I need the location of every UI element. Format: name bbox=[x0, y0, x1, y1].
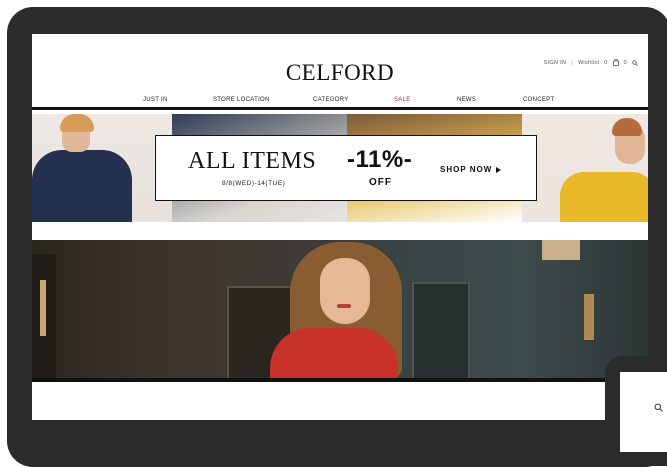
promo-off-label: OFF bbox=[369, 177, 392, 188]
hero-sconce bbox=[542, 240, 580, 260]
nav-divider bbox=[32, 107, 648, 110]
promo-headline: ALL ITEMS bbox=[188, 148, 317, 174]
utility-links: SIGN IN | Wishlist 0 0 bbox=[544, 59, 638, 66]
site-header: CELFORD SIGN IN | Wishlist 0 0 JUST IN S… bbox=[32, 34, 648, 112]
model-jacket bbox=[32, 150, 132, 222]
promo-discount: -11%- bbox=[347, 146, 413, 173]
play-arrow-icon bbox=[496, 166, 502, 173]
hero-image[interactable] bbox=[32, 240, 648, 378]
wishlist-count: 0 bbox=[604, 59, 608, 66]
website-screen: CELFORD SIGN IN | Wishlist 0 0 JUST IN S… bbox=[32, 34, 648, 420]
model-hair bbox=[60, 114, 94, 132]
wishlist-link[interactable]: Wishlist bbox=[578, 60, 599, 66]
nav-item-store-location[interactable]: STORE LOCATION bbox=[213, 97, 270, 103]
nav-item-concept[interactable]: CONCEPT bbox=[523, 97, 554, 103]
nav-item-news[interactable]: NEWS bbox=[457, 97, 476, 103]
nav-item-category[interactable]: CATEGORY bbox=[313, 97, 349, 103]
main-nav: JUST IN STORE LOCATION CATEGORY SALE NEW… bbox=[32, 97, 648, 107]
nav-item-just-in[interactable]: JUST IN bbox=[143, 97, 168, 103]
shop-now-button[interactable]: SHOP NOW bbox=[440, 165, 502, 174]
model-yellow-top bbox=[560, 172, 648, 222]
hero-model-lips bbox=[337, 304, 351, 308]
hero-model-face bbox=[320, 258, 370, 324]
utility-separator: | bbox=[571, 59, 573, 66]
search-icon[interactable] bbox=[654, 403, 663, 414]
nav-item-sale[interactable]: SALE bbox=[394, 97, 411, 103]
sale-promo-box[interactable]: ALL ITEMS 8/8(WED)-14(TUE) -11%- OFF SHO… bbox=[155, 135, 537, 201]
hero-sconce-arm bbox=[584, 294, 594, 340]
hero-lamp bbox=[40, 280, 46, 336]
search-icon[interactable] bbox=[632, 59, 638, 66]
promo-banner[interactable]: ALL ITEMS 8/8(WED)-14(TUE) -11%- OFF SHO… bbox=[32, 114, 648, 222]
hero-doorway-right bbox=[412, 282, 470, 378]
promo-dates: 8/8(WED)-14(TUE) bbox=[222, 180, 286, 187]
sign-in-link[interactable]: SIGN IN bbox=[544, 60, 567, 66]
content-area bbox=[32, 382, 648, 420]
cart-count: 0 bbox=[623, 59, 627, 66]
shop-now-label: SHOP NOW bbox=[440, 165, 493, 174]
hero-model-red-dress bbox=[270, 328, 398, 378]
shopping-bag-icon[interactable] bbox=[612, 59, 619, 66]
